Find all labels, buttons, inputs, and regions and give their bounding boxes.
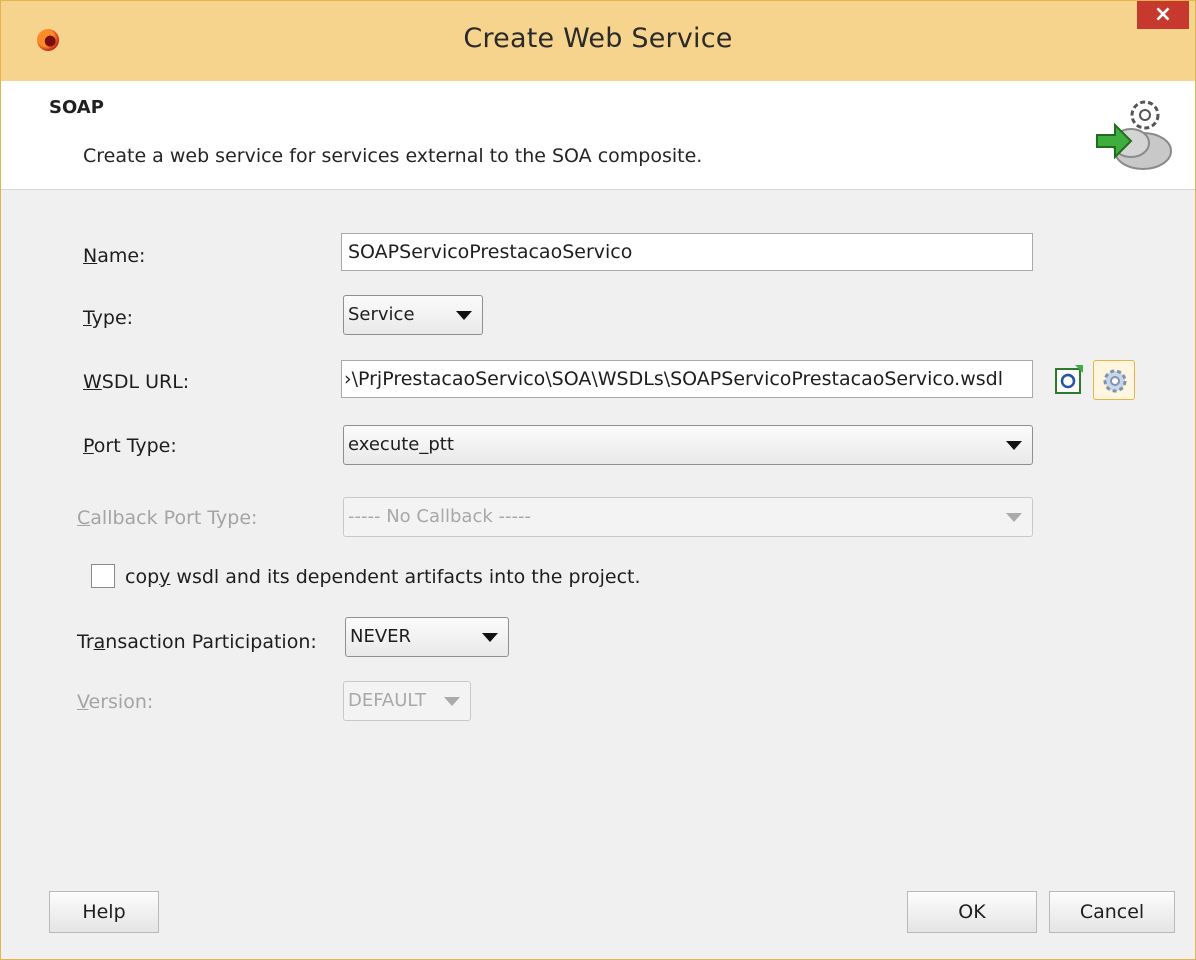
title-bar: Create Web Service × — [1, 1, 1195, 81]
service-explorer-button[interactable] — [1093, 360, 1135, 400]
transaction-participation-select[interactable]: NEVER — [345, 617, 509, 657]
type-select-value: Service — [348, 304, 415, 325]
service-explorer-icon — [1103, 369, 1127, 393]
version-select: DEFAULT — [343, 681, 471, 721]
chevron-down-icon — [444, 697, 460, 706]
version-label: Version: — [77, 691, 154, 713]
ok-button[interactable]: OK — [907, 891, 1037, 933]
copy-wsdl-label[interactable]: copy wsdl and its dependent artifacts in… — [125, 566, 641, 588]
page-title: SOAP — [49, 97, 104, 118]
header-panel: SOAP Create a web service for services e… — [1, 81, 1195, 190]
type-label: Type: — [83, 307, 134, 329]
port-type-select[interactable]: execute_ptt — [343, 425, 1033, 465]
transaction-participation-select-value: NEVER — [350, 626, 412, 647]
callback-port-type-select-value: ----- No Callback ----- — [348, 506, 531, 527]
callback-port-type-select: ----- No Callback ----- — [343, 497, 1033, 537]
window-title: Create Web Service — [463, 23, 733, 54]
chevron-down-icon — [1006, 513, 1022, 522]
name-label: Name: — [83, 245, 146, 267]
transaction-participation-label: Transaction Participation: — [77, 631, 317, 653]
type-select[interactable]: Service — [343, 295, 483, 335]
gear-cloud-arrow-icon — [1096, 100, 1172, 170]
copy-wsdl-checkbox[interactable] — [91, 564, 115, 588]
find-wsdl-icon[interactable] — [1053, 363, 1087, 397]
chevron-down-icon — [456, 311, 472, 320]
version-select-value: DEFAULT — [348, 690, 426, 711]
chevron-down-icon — [482, 633, 498, 642]
wsdl-url-label: WSDL URL: — [83, 371, 190, 393]
page-description: Create a web service for services extern… — [83, 145, 703, 167]
port-type-select-value: execute_ptt — [348, 434, 454, 455]
chevron-down-icon — [1006, 441, 1022, 450]
callback-port-type-label: Callback Port Type: — [77, 507, 258, 529]
cancel-button[interactable]: Cancel — [1049, 891, 1175, 933]
help-button[interactable]: Help — [49, 891, 159, 933]
port-type-label: Port Type: — [83, 435, 177, 457]
wsdl-url-input[interactable]: ›\PrjPrestacaoServico\SOA\WSDLs\SOAPServ… — [341, 360, 1033, 398]
create-web-service-dialog: Create Web Service × SOAP Create a web s… — [0, 0, 1196, 960]
name-input[interactable]: SOAPServicoPrestacaoServico — [341, 233, 1033, 271]
close-button[interactable]: × — [1137, 1, 1189, 29]
